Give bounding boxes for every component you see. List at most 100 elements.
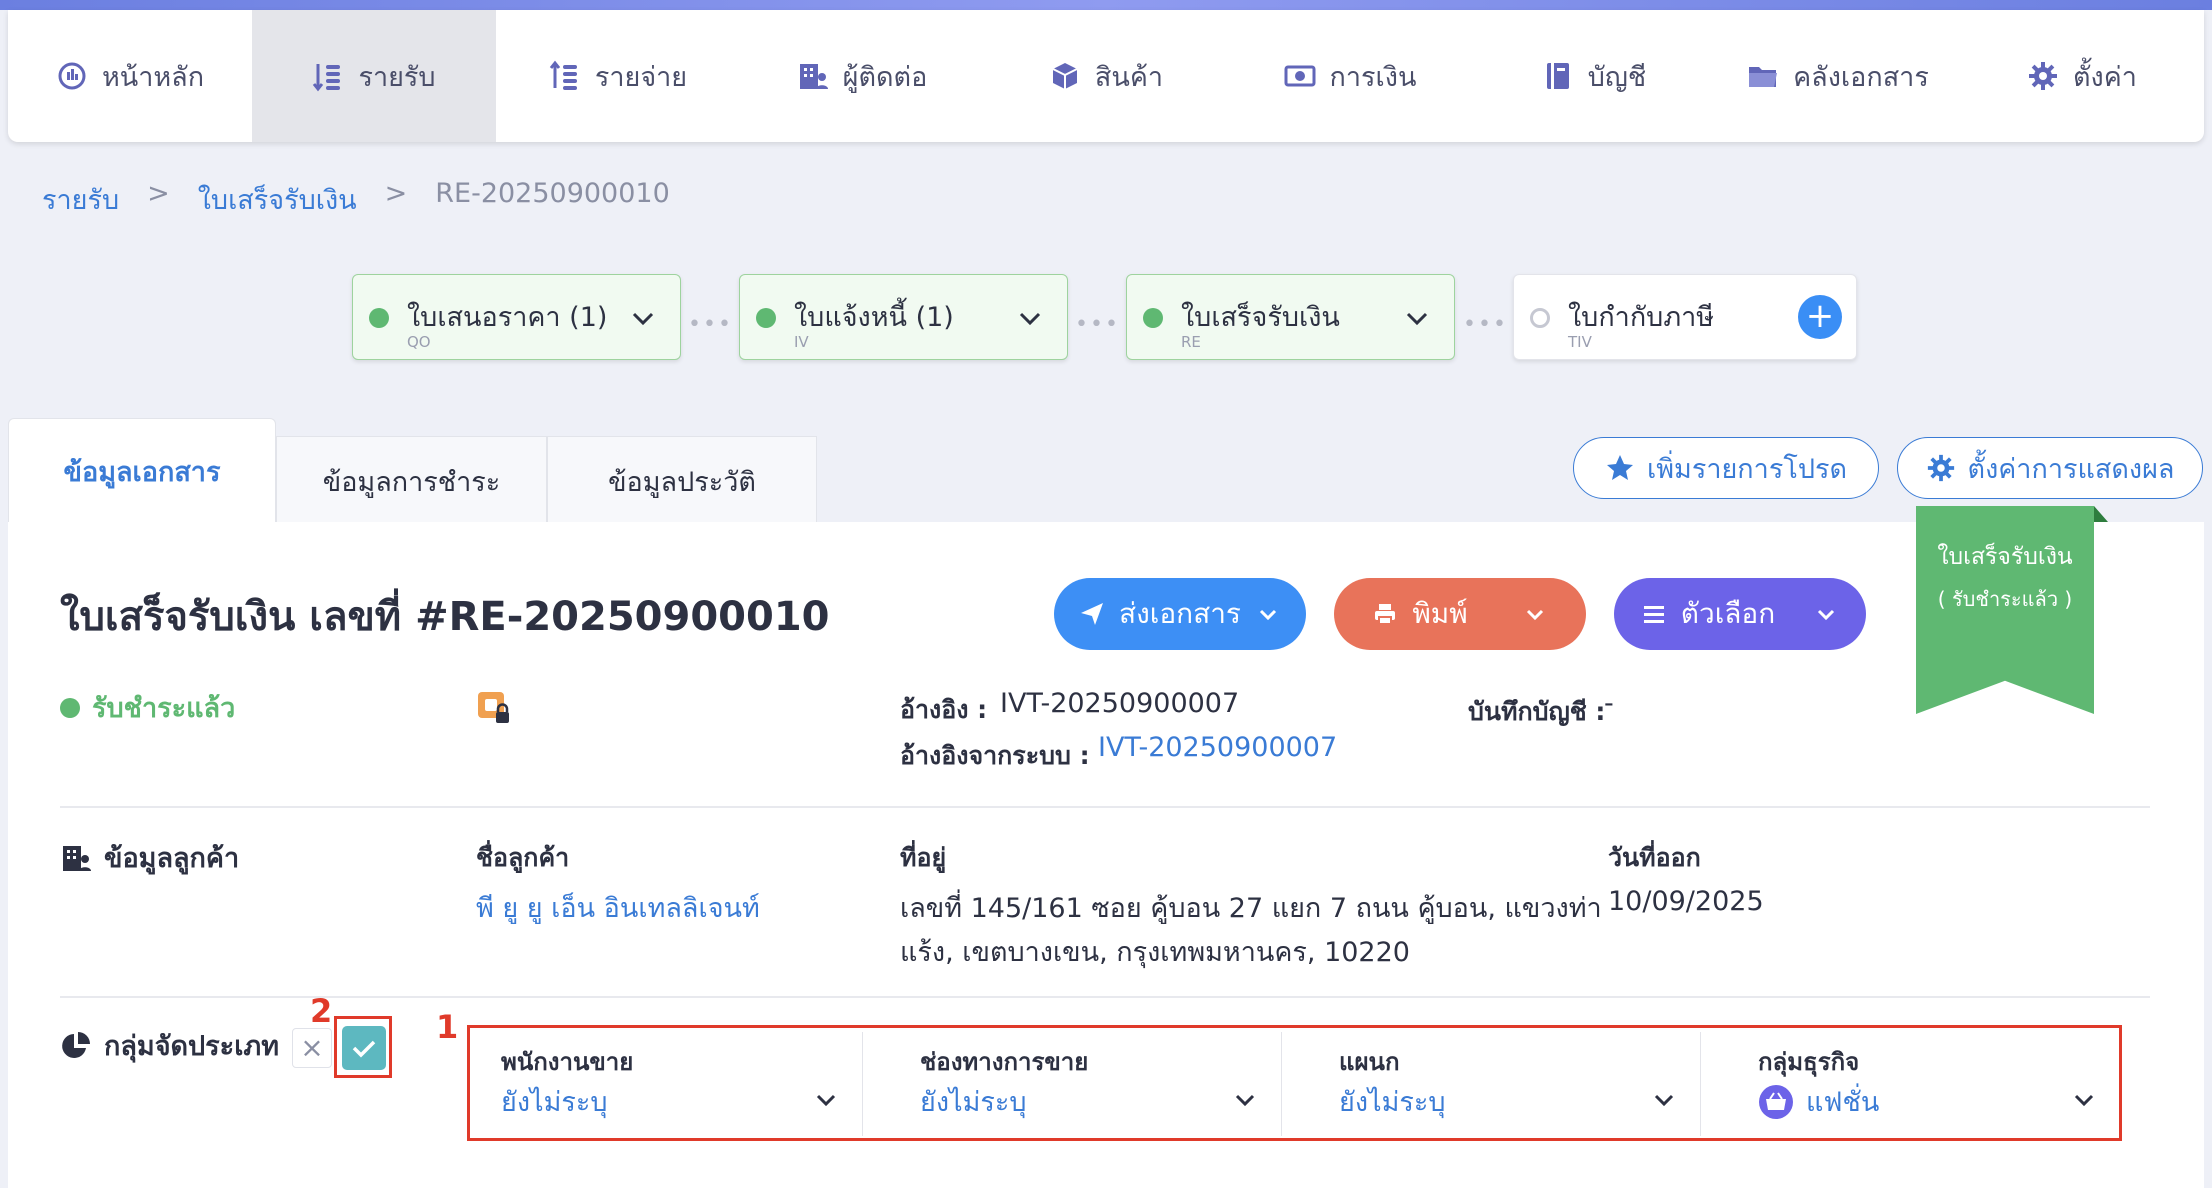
reference-value: IVT-20250900007 [1000,688,1240,719]
nav-label: บัญชี [1587,61,1647,93]
add-tax-invoice-button[interactable]: + [1798,295,1842,339]
add-favorite-label: เพิ่มรายการโปรด [1647,453,1847,485]
display-settings-label: ตั้งค่าการแสดงผล [1967,453,2175,485]
display-settings-button[interactable]: ตั้งค่าการแสดงผล [1897,437,2203,499]
nav-item-settings[interactable]: ตั้งค่า [1960,10,2204,142]
nav-label: สินค้า [1094,61,1164,93]
dropdown-value-text: ยังไม่ระบุ [501,1087,608,1118]
status-dot [1143,308,1163,328]
print-label: พิมพ์ [1412,597,1468,630]
chevron-down-icon[interactable] [1402,303,1432,333]
chevron-down-icon[interactable] [628,303,658,333]
chevron-down-icon [1818,609,1835,621]
star-icon [1607,455,1633,480]
classification-section-label: กลุ่มจัดประเภท [104,1031,280,1062]
flow-step-invoice[interactable]: ใบแจ้งหนี้ (1) IV [739,274,1068,360]
folder-icon [1749,67,1778,87]
nav-item-products[interactable]: สินค้า [984,10,1228,142]
customer-name-label: ชื่อลูกค้า [476,843,570,872]
flow-step-receipt[interactable]: ใบเสร็จรับเงิน RE [1126,274,1455,360]
salesperson-dropdown[interactable]: พนักงานขาย ยังไม่ระบุ [467,1032,863,1136]
chevron-down-icon [2074,1094,2094,1107]
dashboard-icon [58,62,86,90]
flow-step-code: TIV [1568,333,1592,351]
building-icon [63,845,91,871]
annotation-marker-2: 2 [310,992,333,1030]
paper-plane-icon [1081,603,1104,625]
breadcrumb-separator: > [147,178,170,209]
breadcrumb-income[interactable]: รายรับ [42,178,119,221]
sales-channel-dropdown[interactable]: ช่องทางการขาย ยังไม่ระบุ [886,1032,1282,1136]
gear-icon [2029,62,2058,90]
dropdown-value: ยังไม่ระบุ [501,1080,608,1123]
top-accent-strip [0,0,2212,10]
chevron-down-icon [1259,609,1277,621]
accounting-value: - [1604,688,1614,719]
chevron-down-icon[interactable] [1522,601,1548,627]
chevron-down-icon [1654,1094,1674,1107]
send-label: ส่งเอกสาร [1119,597,1241,630]
department-dropdown[interactable]: แผนก ยังไม่ระบุ [1305,1032,1701,1136]
flow-step-tax-invoice[interactable]: ใบกำกับภาษี TIV + [1513,274,1857,360]
print-button[interactable]: พิมพ์ [1334,578,1586,650]
divider [60,806,2150,808]
money-icon [1284,65,1316,87]
nav-item-accounting[interactable]: บัญชี [1472,10,1716,142]
system-reference-link[interactable]: IVT-20250900007 [1098,732,1337,763]
nav-item-documents[interactable]: คลังเอกสาร [1716,10,1960,142]
flow-step-code: QO [407,333,431,351]
send-document-button[interactable]: ส่งเอกสาร [1054,578,1306,650]
annotation-marker-1: 1 [436,1008,459,1046]
tab-payment-info[interactable]: ข้อมูลการชำระ [276,436,547,526]
nav-item-income[interactable]: รายรับ [252,10,496,142]
system-reference-label: อ้างอิงจากระบบ : [900,741,1090,770]
flow-step-title: ใบเสนอราคา (1) [407,302,608,333]
nav-item-home[interactable]: หน้าหลัก [8,10,252,142]
status-dot [1530,308,1550,328]
contacts-icon [799,64,828,89]
dropdown-label: พนักงานขาย [501,1048,634,1076]
customer-name-link[interactable]: พี ยู ยู เอ็น อินเทลลิเจนท์ [476,886,760,929]
nav-item-expense[interactable]: รายจ่าย [496,10,740,142]
dropdown-value-text: แฟชั่น [1806,1087,1880,1118]
pie-chart-icon [62,1031,90,1058]
tab-document-info[interactable]: ข้อมูลเอกสาร [8,418,276,524]
nav-label: รายรับ [358,61,436,93]
breadcrumb: รายรับ > ใบเสร็จรับเงิน > RE-20250900010 [42,178,670,221]
add-favorite-button[interactable]: เพิ่มรายการโปรด [1573,437,1879,499]
issue-date-label: วันที่ออก [1608,843,1701,872]
gear-icon [1927,454,1954,482]
status-dot [369,308,389,328]
flow-step-code: RE [1181,333,1201,351]
dropdown-value-text: ยังไม่ระบุ [1339,1087,1446,1118]
dropdown-value: ยังไม่ระบุ [1339,1080,1446,1123]
dropdown-value: แฟชั่น [1758,1080,1879,1123]
nav-item-contacts[interactable]: ผู้ติดต่อ [740,10,984,142]
options-label: ตัวเลือก [1680,597,1776,630]
flow-connector: ••• [1075,312,1120,337]
breadcrumb-receipts[interactable]: ใบเสร็จรับเงิน [198,178,357,221]
flow-step-title: ใบแจ้งหนี้ (1) [794,302,954,333]
ledger-icon [1546,63,1569,89]
breadcrumb-separator: > [384,178,408,209]
status-badge: รับชำระแล้ว [60,686,235,729]
income-icon [313,64,341,92]
flow-step-title: ใบเสร็จรับเงิน [1181,302,1340,333]
flow-step-quotation[interactable]: ใบเสนอราคา (1) QO [352,274,681,360]
classification-section-title: กลุ่มจัดประเภท [60,1024,279,1067]
reference-label: อ้างอิง : [900,695,988,724]
options-button[interactable]: ตัวเลือก [1614,578,1866,650]
tab-history-info[interactable]: ข้อมูลประวัติ [547,436,817,526]
address-line-2: แร้ง, เขตบางเขน, กรุงเทพมหานคร, 10220 [900,937,1410,968]
printer-icon [1375,604,1396,625]
nav-item-finance[interactable]: การเงิน [1228,10,1472,142]
business-group-dropdown[interactable]: กลุ่มธุรกิจ แฟชั่น [1724,1032,2120,1136]
nav-label: การเงิน [1329,61,1417,93]
chevron-down-icon[interactable] [1015,303,1045,333]
dropdown-label: ช่องทางการขาย [920,1048,1089,1076]
dropdown-label: กลุ่มธุรกิจ [1758,1048,1860,1076]
box-icon [1052,63,1078,89]
divider [60,996,2150,998]
clear-classification-button[interactable]: × [292,1028,332,1068]
nav-label: ผู้ติดต่อ [842,61,928,93]
